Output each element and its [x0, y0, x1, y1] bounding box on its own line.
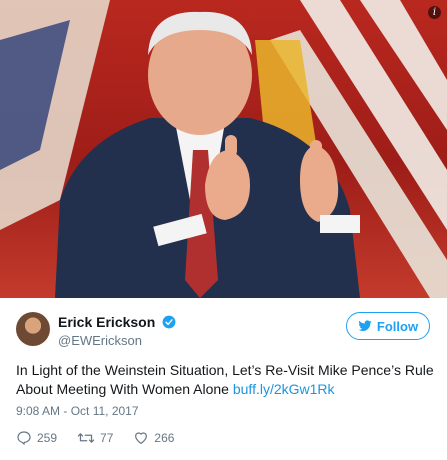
reply-count: 259: [37, 431, 58, 445]
author-name[interactable]: Erick Erickson: [58, 314, 155, 330]
avatar[interactable]: [16, 312, 50, 346]
tweet-photo[interactable]: i: [0, 0, 447, 298]
verified-badge-icon: [162, 315, 176, 329]
retweet-icon: [77, 433, 95, 443]
tweet-text: In Light of the Weinstein Situation, Let…: [16, 361, 436, 399]
tweet-card: Erick Erickson @EWErickson Follow In Lig…: [0, 298, 447, 460]
retweet-action[interactable]: 77: [77, 430, 113, 446]
info-icon[interactable]: i: [428, 6, 441, 19]
follow-label: Follow: [376, 318, 419, 334]
tweet-body: In Light of the Weinstein Situation, Let…: [16, 362, 434, 397]
reply-icon: [17, 431, 31, 446]
like-count: 266: [154, 431, 175, 445]
tweet-timestamp[interactable]: 9:08 AM - Oct 11, 2017: [16, 404, 139, 418]
tweet-actions: 259 77 266: [16, 430, 174, 446]
twitter-bird-icon: [358, 320, 372, 332]
like-action[interactable]: 266: [133, 430, 174, 446]
retweet-count: 77: [100, 431, 114, 445]
author-handle[interactable]: @EWErickson: [58, 333, 142, 348]
photo-illustration: [0, 0, 447, 298]
heart-icon: [135, 432, 148, 444]
tweet-link[interactable]: buff.ly/2kGw1Rk: [233, 381, 335, 397]
reply-action[interactable]: 259: [16, 430, 57, 446]
follow-button[interactable]: Follow: [346, 312, 430, 340]
